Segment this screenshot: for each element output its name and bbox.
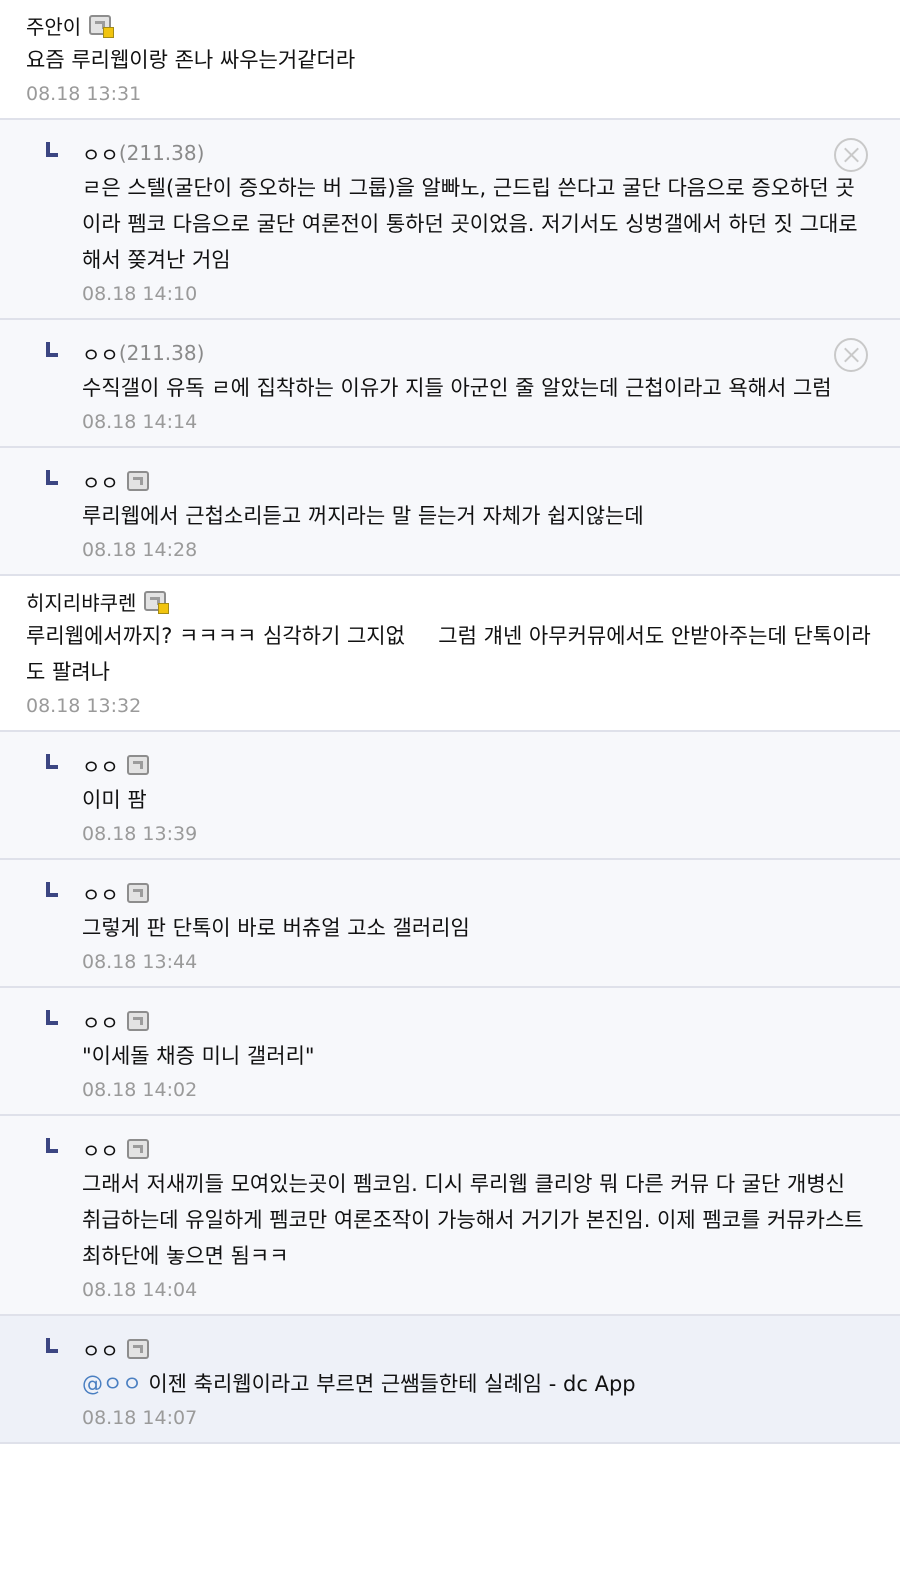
- comment-date: 08.18 14:14: [82, 411, 198, 433]
- reply: ㅇㅇ @ㅇㅇ 이젠 축리웹이라고 부르면 근쌤들한테 실례임 - dc App …: [0, 1316, 900, 1444]
- nickname[interactable]: 히지리뱌쿠렌: [26, 587, 136, 616]
- gallery-nick-icon: [126, 883, 149, 903]
- comment-date: 08.18 13:39: [82, 823, 198, 845]
- comment-header: ㅇㅇ (211.38): [82, 136, 870, 170]
- nickname[interactable]: ㅇㅇ: [82, 1007, 119, 1036]
- comment-text: @ㅇㅇ 이젠 축리웹이라고 부르면 근쌤들한테 실례임 - dc App: [82, 1366, 870, 1402]
- gallery-nick-icon: [126, 1139, 149, 1159]
- reply-arrow-icon: [46, 470, 58, 485]
- comment-text: 그래서 저새끼들 모여있는곳이 펨코임. 디시 루리웹 클리앙 뭐 다른 커뮤 …: [82, 1172, 871, 1268]
- comment: 히지리뱌쿠렌 루리웹에서까지? ㅋㅋㅋㅋ 심각하기 그지없 그럼 걔넨 아무커뮤…: [0, 576, 900, 732]
- fixed-nick-icon: [89, 15, 115, 38]
- comment: 주안이 요즘 루리웹이랑 존나 싸우는거같더라 08.18 13:31: [0, 0, 900, 120]
- gallery-nick-icon: [126, 1011, 149, 1031]
- comment-date: 08.18 13:31: [26, 83, 142, 105]
- reply-arrow-icon: [46, 1338, 58, 1353]
- reply: ㅇㅇ 이미 팜 08.18 13:39: [0, 732, 900, 860]
- comment-header: 주안이: [26, 8, 874, 42]
- comment-text: "이세돌 채증 미니 갤러리": [82, 1044, 315, 1068]
- reply-arrow-icon: [46, 1010, 58, 1025]
- comment-header: ㅇㅇ (211.38): [82, 336, 870, 370]
- comment-header: ㅇㅇ: [82, 464, 870, 498]
- nickname[interactable]: ㅇㅇ: [82, 139, 119, 168]
- gallery-nick-icon: [126, 1339, 149, 1359]
- reply-arrow-icon: [46, 882, 58, 897]
- comment-date: 08.18 14:10: [82, 283, 198, 305]
- nickname[interactable]: ㅇㅇ: [82, 339, 119, 368]
- comment-text: 루리웹에서 근첩소리듣고 꺼지라는 말 듣는거 자체가 쉽지않는데: [82, 504, 644, 528]
- nickname[interactable]: ㅇㅇ: [82, 879, 119, 908]
- mention-link[interactable]: @ㅇㅇ: [82, 1372, 142, 1396]
- comment-date: 08.18 13:44: [82, 951, 198, 973]
- reply: ㅇㅇ 그래서 저새끼들 모여있는곳이 펨코임. 디시 루리웹 클리앙 뭐 다른 …: [0, 1116, 900, 1316]
- reply-arrow-icon: [46, 142, 58, 157]
- comment-header: ㅇㅇ: [82, 748, 870, 782]
- comment-date: 08.18 14:07: [82, 1407, 198, 1429]
- comment-text: 그렇게 판 단톡이 바로 버츄얼 고소 갤러리임: [82, 916, 470, 940]
- reply-arrow-icon: [46, 754, 58, 769]
- fixed-nick-icon: [144, 591, 170, 614]
- reply: ㅇㅇ (211.38) 수직갤이 유독 ㄹ에 집착하는 이유가 지들 아군인 줄…: [0, 320, 900, 448]
- reply-arrow-icon: [46, 342, 58, 357]
- comment-header: ㅇㅇ: [82, 876, 870, 910]
- comment-body: 이젠 축리웹이라고 부르면 근쌤들한테 실례임 - dc App: [148, 1372, 636, 1396]
- comment-text: 루리웹에서까지? ㅋㅋㅋㅋ 심각하기 그지없 그럼 걔넨 아무커뮤에서도 안받아…: [26, 624, 871, 684]
- comment-date: 08.18 14:04: [82, 1279, 198, 1301]
- nickname[interactable]: ㅇㅇ: [82, 751, 119, 780]
- comment-header: ㅇㅇ: [82, 1132, 870, 1166]
- comment-text: ㄹ은 스텔(굴단이 증오하는 버 그룹)을 알빠노, 근드립 쓴다고 굴단 다음…: [82, 176, 858, 272]
- comment-date: 08.18 14:02: [82, 1079, 198, 1101]
- reply: ㅇㅇ 루리웹에서 근첩소리듣고 꺼지라는 말 듣는거 자체가 쉽지않는데 08.…: [0, 448, 900, 576]
- comment-list: 주안이 요즘 루리웹이랑 존나 싸우는거같더라 08.18 13:31 ㅇㅇ (…: [0, 0, 900, 1444]
- reply: ㅇㅇ "이세돌 채증 미니 갤러리" 08.18 14:02: [0, 988, 900, 1116]
- nickname[interactable]: 주안이: [26, 11, 81, 40]
- reply: ㅇㅇ 그렇게 판 단톡이 바로 버츄얼 고소 갤러리임 08.18 13:44: [0, 860, 900, 988]
- nickname[interactable]: ㅇㅇ: [82, 1335, 119, 1364]
- nickname[interactable]: ㅇㅇ: [82, 1135, 119, 1164]
- comment-date: 08.18 13:32: [26, 695, 142, 717]
- comment-text: 수직갤이 유독 ㄹ에 집착하는 이유가 지들 아군인 줄 알았는데 근첩이라고 …: [82, 376, 832, 400]
- gallery-nick-icon: [126, 755, 149, 775]
- delete-icon[interactable]: [834, 338, 868, 372]
- comment-header: 히지리뱌쿠렌: [26, 584, 874, 618]
- gallery-nick-icon: [126, 471, 149, 491]
- reply-arrow-icon: [46, 1138, 58, 1153]
- comment-date: 08.18 14:28: [82, 539, 198, 561]
- delete-icon[interactable]: [834, 138, 868, 172]
- ip-address: (211.38): [118, 141, 205, 165]
- comment-text: 요즘 루리웹이랑 존나 싸우는거같더라: [26, 48, 356, 72]
- nickname[interactable]: ㅇㅇ: [82, 467, 119, 496]
- comment-header: ㅇㅇ: [82, 1004, 870, 1038]
- ip-address: (211.38): [118, 341, 205, 365]
- comment-text: 이미 팜: [82, 788, 147, 812]
- comment-header: ㅇㅇ: [82, 1332, 870, 1366]
- reply: ㅇㅇ (211.38) ㄹ은 스텔(굴단이 증오하는 버 그룹)을 알빠노, 근…: [0, 120, 900, 320]
